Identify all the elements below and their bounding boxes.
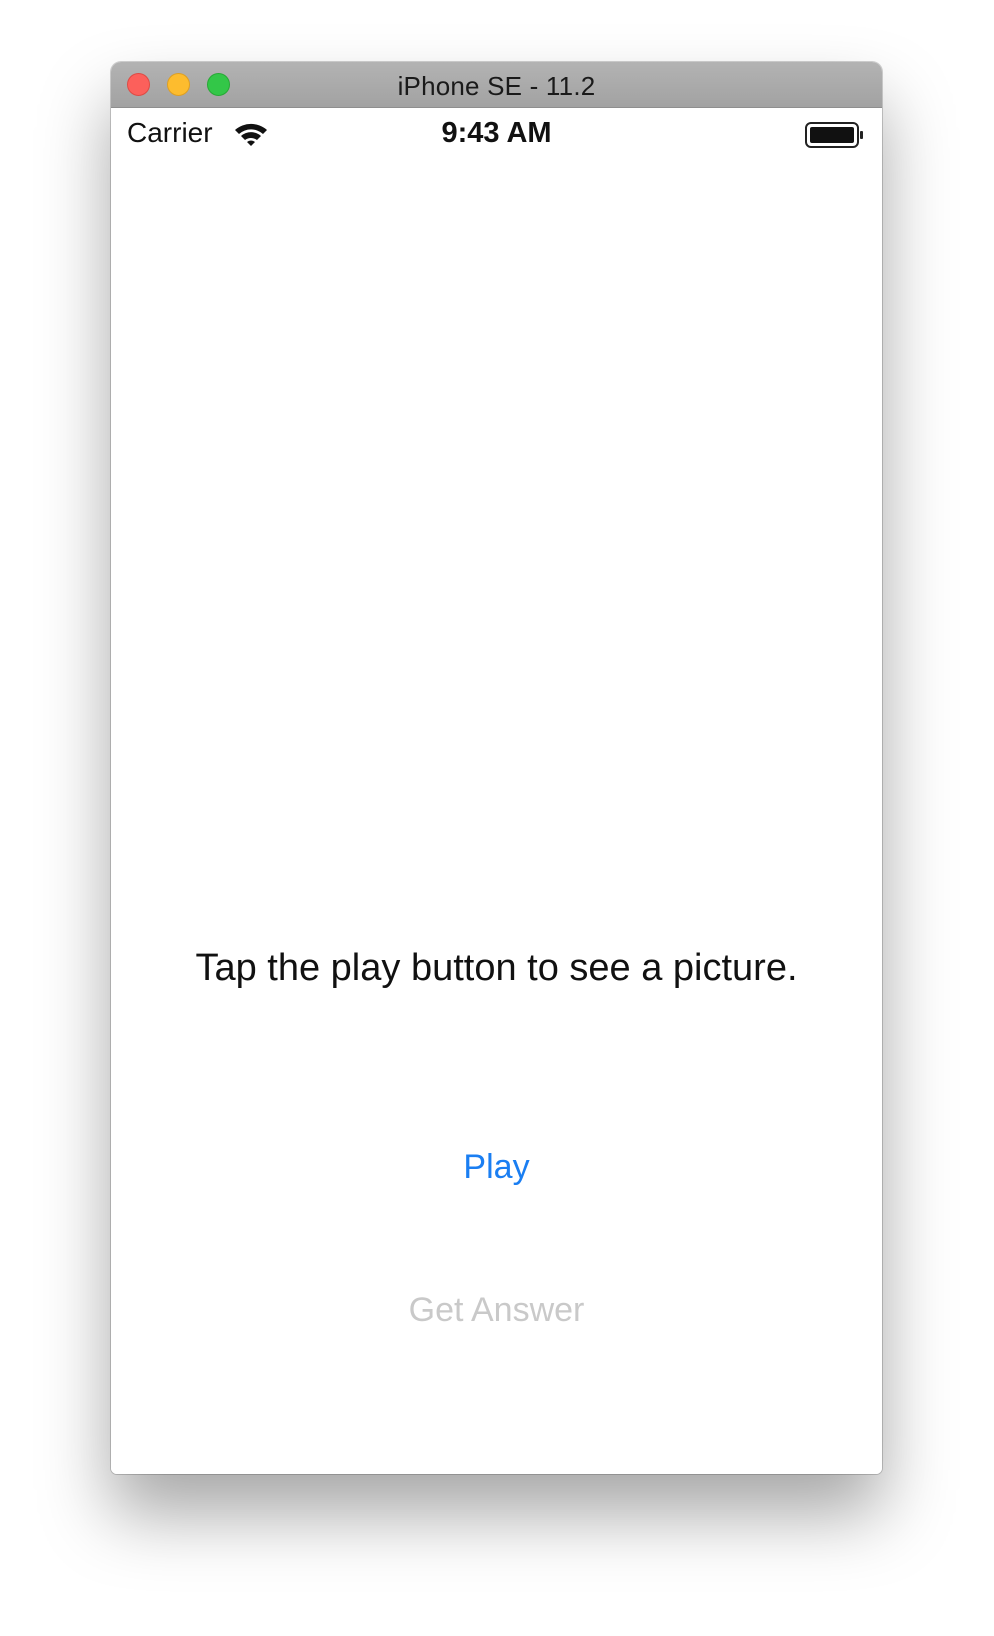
title-bar[interactable]: iPhone SE - 11.2 <box>111 62 882 108</box>
status-time: 9:43 AM <box>441 117 552 149</box>
status-bar: Carrier 9:43 AM <box>111 108 882 158</box>
device-screen: Carrier 9:43 AM Tap the play button to s… <box>111 108 882 1474</box>
window-title: iPhone SE - 11.2 <box>397 71 596 101</box>
battery-icon <box>805 122 863 148</box>
instruction-label: Tap the play button to see a picture. <box>195 947 798 989</box>
get-answer-button[interactable]: Get Answer <box>111 1289 882 1331</box>
simulator-window: iPhone SE - 11.2 Carrier 9:43 AM Tap the… <box>111 62 882 1474</box>
play-button[interactable]: Play <box>111 1146 882 1188</box>
desktop: iPhone SE - 11.2 Carrier 9:43 AM Tap the… <box>0 0 994 1636</box>
